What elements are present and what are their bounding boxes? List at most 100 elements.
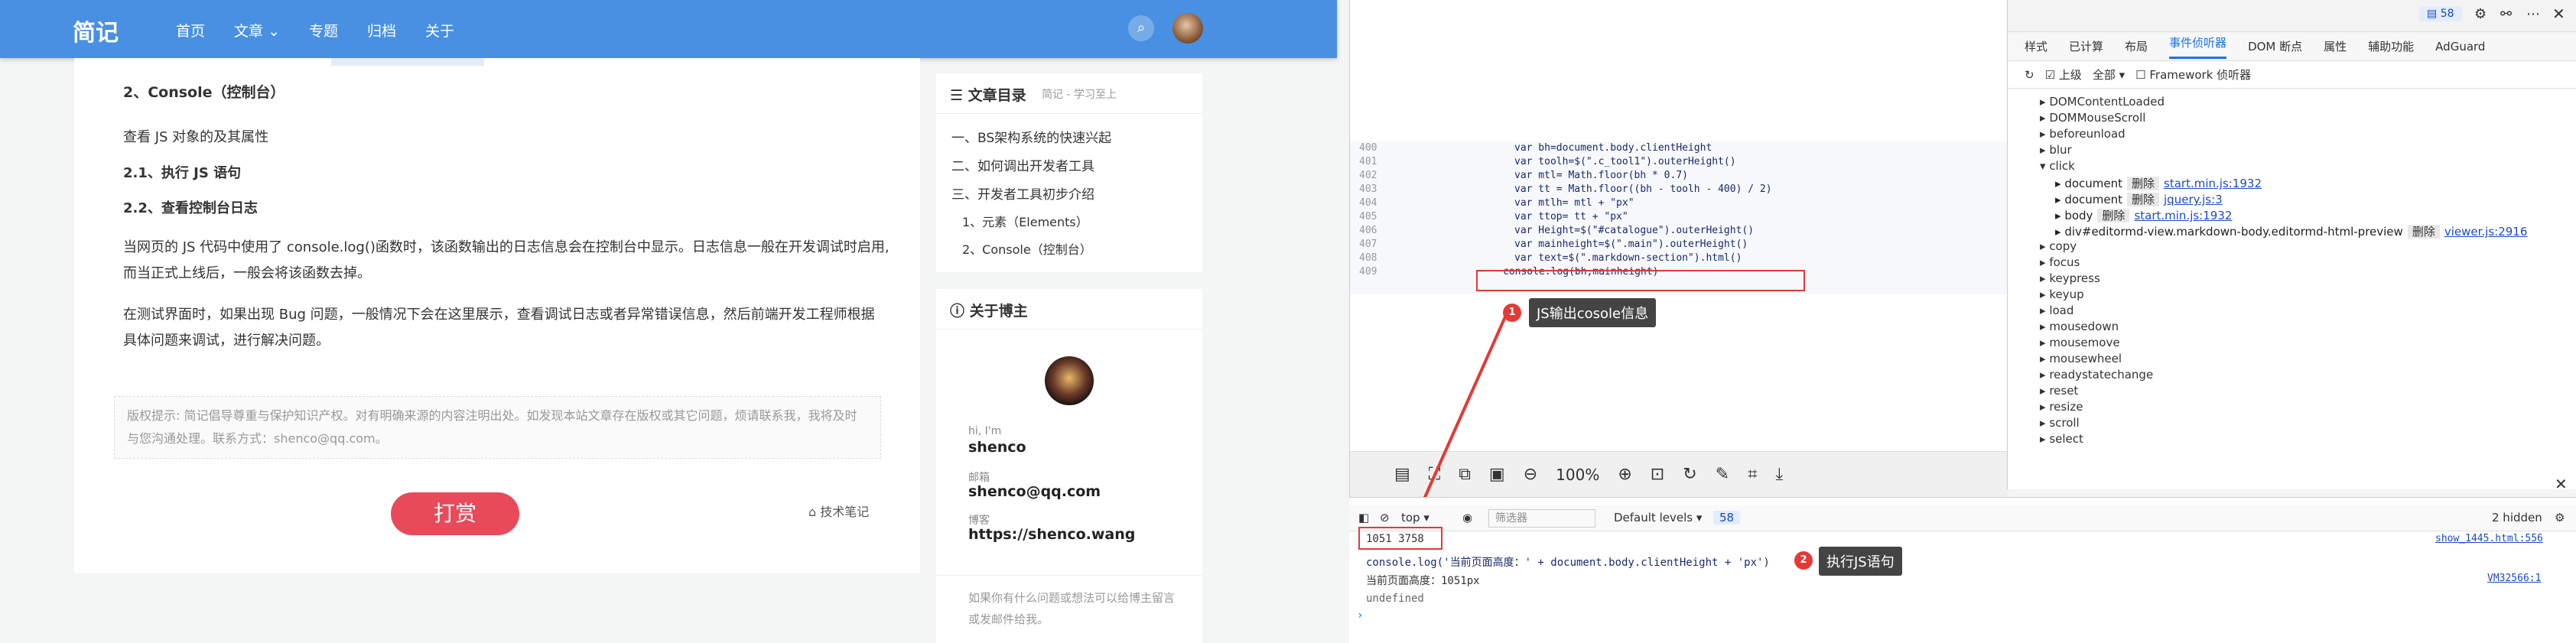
download-icon[interactable]: ⤓ (1775, 465, 1783, 484)
tab-adguard[interactable]: AdGuard (2435, 40, 2485, 54)
paragraph: 具体问题来调试，进行解决问题。 (123, 333, 330, 349)
zoom-in-icon[interactable]: ⊕ (1618, 465, 1631, 484)
clear-icon[interactable]: ⊘ (1380, 511, 1390, 524)
line-number: 404 (1359, 197, 1377, 209)
nav-topics[interactable]: 专题 (309, 20, 338, 41)
event-listener-item[interactable]: ▸ mousedown (2040, 320, 2119, 333)
listener-entry[interactable]: ▸ document 删除 jquery.js:3 (2055, 191, 2223, 207)
site-logo[interactable]: 简记 (73, 14, 119, 47)
fit-icon[interactable]: ▣ (1489, 465, 1505, 484)
author-blog[interactable]: https://shenco.wang (968, 526, 1135, 543)
remove-button[interactable]: 删除 (2407, 225, 2440, 239)
listener-entry[interactable]: ▸ body 删除 start.min.js:1932 (2055, 207, 2232, 223)
listener-entry[interactable]: ▸ document 删除 start.min.js:1932 (2055, 175, 2262, 191)
nav-archive[interactable]: 归档 (367, 20, 396, 41)
category-tag[interactable]: ⌂ 技术笔记 (808, 502, 869, 520)
toc-item[interactable]: 1、元素（Elements） (962, 212, 1088, 230)
event-name: DOMContentLoaded (2049, 95, 2165, 109)
zoom-out-icon[interactable]: ⊖ (1524, 465, 1537, 484)
message-counter[interactable]: ▤ 58 (2419, 6, 2462, 21)
event-listener-item[interactable]: ▸ beforeunload (2040, 127, 2126, 141)
reward-button[interactable]: 打赏 (391, 492, 519, 535)
refresh-icon[interactable]: ↻ (2025, 68, 2034, 82)
event-listener-item[interactable]: ▸ mousemove (2040, 336, 2120, 349)
tab-accessibility[interactable]: 辅助功能 (2368, 38, 2414, 54)
gear-icon[interactable]: ⚙ (2474, 6, 2487, 22)
event-listener-item[interactable]: ▸ select (2040, 432, 2083, 446)
event-listener-item[interactable]: ▸ readystatechange (2040, 368, 2153, 382)
search-icon[interactable]: ⌕ (1128, 15, 1154, 41)
code-line: 406 var Height=$("#catalogue").outerHeigh… (1350, 224, 2008, 238)
issues-counter[interactable]: 58 (1713, 511, 1741, 524)
image-toolbar: ▤ ⛶ ⧉ ▣ ⊖ 100% ⊕ ⊡ ↻ ✎ ⌗ ⤓ (1350, 451, 2008, 497)
tab-properties[interactable]: 属性 (2324, 38, 2347, 54)
expand-arrow-icon: ▸ (2040, 287, 2050, 301)
console-prompt[interactable]: › (1357, 609, 1363, 622)
event-listener-item[interactable]: ▸ DOMMouseScroll (2040, 111, 2145, 125)
source-link[interactable]: start.min.js:1932 (2134, 209, 2232, 222)
tab-computed[interactable]: 已计算 (2069, 38, 2103, 54)
toc-item[interactable]: 一、BS架构系统的快速兴起 (951, 127, 1111, 146)
nav-articles[interactable]: 文章 ⌄ (234, 20, 280, 41)
log-levels-select[interactable]: Default levels ▾ (1614, 511, 1702, 524)
crop-tool-icon[interactable]: ⌗ (1748, 465, 1757, 484)
nav-about[interactable]: 关于 (425, 20, 454, 41)
listener-select[interactable]: 全部 ▾ (2093, 67, 2125, 83)
event-listener-item[interactable]: ▸ mousewheel (2040, 352, 2122, 365)
source-link[interactable]: viewer.js:2916 (2444, 225, 2528, 239)
remove-button[interactable]: 删除 (2097, 209, 2130, 222)
source-link[interactable]: start.min.js:1932 (2164, 177, 2262, 190)
code-line: 405 var ttop= tt + "px" (1350, 210, 2008, 224)
event-name: blur (2049, 143, 2072, 157)
event-listener-item[interactable]: ▸ keypress (2040, 271, 2100, 285)
event-listener-item[interactable]: ▸ copy (2040, 239, 2077, 253)
close-icon[interactable]: ✕ (2555, 475, 2568, 493)
event-listener-item[interactable]: ▸ load (2040, 304, 2073, 317)
more-icon[interactable]: ⋯ (2526, 6, 2540, 22)
source-link[interactable]: VM32566:1 (2487, 573, 2541, 584)
tab-event-listeners[interactable]: 事件侦听器 (2169, 34, 2227, 59)
event-listener-item[interactable]: ▸ blur (2040, 143, 2072, 157)
rotate-icon[interactable]: ↻ (1683, 465, 1696, 484)
line-number: 409 (1359, 266, 1377, 278)
event-listener-item[interactable]: ▸ resize (2040, 400, 2083, 414)
connect-icon[interactable]: ⚯ (2500, 6, 2512, 22)
toc-item[interactable]: 三、开发者工具初步介绍 (951, 183, 1094, 203)
tab-layout[interactable]: 布局 (2125, 38, 2148, 54)
context-select[interactable]: top ▾ (1401, 511, 1429, 524)
event-listener-item[interactable]: ▸ focus (2040, 255, 2080, 269)
nav-home[interactable]: 首页 (176, 20, 205, 41)
actual-size-icon[interactable]: ⊡ (1651, 465, 1664, 484)
event-listener-item[interactable]: ▾ click (2040, 159, 2075, 173)
devtools-panel: ▤ 58 ⚙ ⚯ ⋯ ✕ 样式 已计算 布局 事件侦听器 DOM 断点 属性 辅… (2007, 0, 2576, 489)
sidebar-toggle-icon[interactable]: ◧ (1358, 511, 1369, 524)
source-link[interactable]: show_1445.html:556 (2435, 533, 2543, 544)
toc-item[interactable]: 二、如何调出开发者工具 (951, 155, 1094, 174)
pin-icon[interactable]: ⧉ (1459, 465, 1471, 484)
event-listener-item[interactable]: ▸ scroll (2040, 416, 2080, 430)
highlight-box (1476, 270, 1805, 291)
tab-dom-breakpoints[interactable]: DOM 断点 (2248, 38, 2302, 54)
edit-icon[interactable]: ✎ (1716, 465, 1729, 484)
event-listener-item[interactable]: ▸ DOMContentLoaded (2040, 95, 2165, 109)
event-listener-item[interactable]: ▸ keyup (2040, 287, 2084, 301)
console-result: 当前页面高度：1051px (1366, 575, 1480, 587)
code-text: var ttop= tt + "px" (1514, 211, 1628, 222)
console-filter-input[interactable]: 筛选器 (1488, 509, 1595, 528)
author-mail[interactable]: shenco@qq.com (968, 483, 1101, 500)
source-link[interactable]: jquery.js:3 (2164, 193, 2223, 206)
toc-item[interactable]: 2、Console（控制台） (962, 239, 1092, 258)
eye-icon[interactable]: ◉ (1462, 511, 1472, 524)
layout-icon[interactable]: ▤ (1394, 465, 1410, 484)
ancestors-checkbox[interactable]: ☑ 上级 (2045, 67, 2082, 83)
tab-styles[interactable]: 样式 (2025, 38, 2047, 54)
close-icon[interactable]: ✕ (2552, 5, 2565, 23)
framework-checkbox[interactable]: ☐ Framework 侦听器 (2135, 67, 2251, 83)
avatar[interactable] (1173, 13, 1203, 44)
gear-icon[interactable]: ⚙ (2555, 511, 2565, 524)
remove-button[interactable]: 删除 (2127, 177, 2160, 190)
remove-button[interactable]: 删除 (2127, 193, 2160, 206)
event-listener-item[interactable]: ▸ reset (2040, 384, 2078, 398)
chevron-down-icon: ⌄ (268, 23, 280, 40)
listener-entry[interactable]: ▸ div#editormd-view.markdown-body.editor… (2055, 223, 2527, 239)
